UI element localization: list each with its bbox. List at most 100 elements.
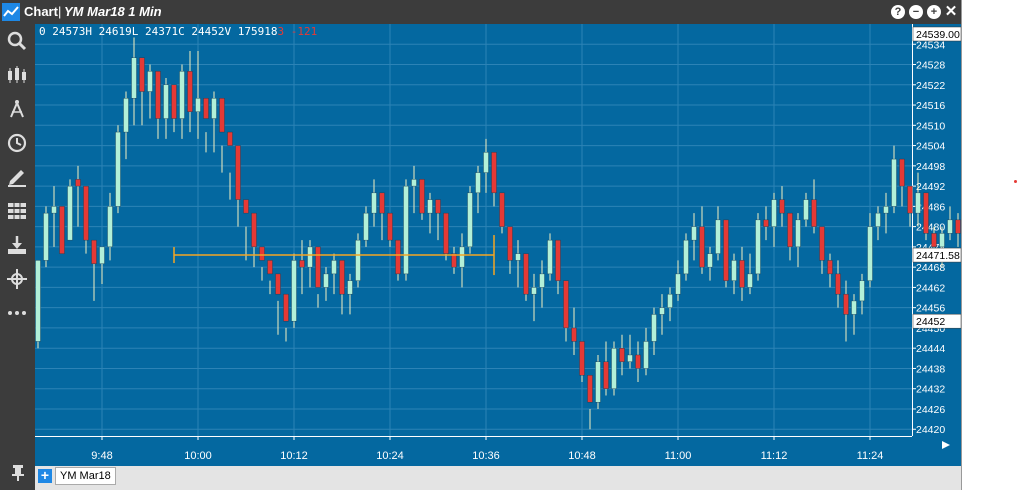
candle-up xyxy=(123,98,129,133)
candle-up xyxy=(131,57,137,99)
candle-up xyxy=(475,172,481,194)
candle-up xyxy=(627,354,633,362)
layers-icon[interactable] xyxy=(5,199,29,223)
ohlc-high: 24573H xyxy=(52,25,92,38)
candle-up xyxy=(851,300,857,315)
window-title-separator: | xyxy=(58,4,62,19)
close-button[interactable]: ✕ xyxy=(944,4,958,19)
candle-down xyxy=(139,57,145,92)
candle-down xyxy=(243,199,249,214)
candle-up xyxy=(643,341,649,369)
price-chart[interactable]: 2453424528245222451624510245042449824492… xyxy=(35,24,961,466)
candle-down xyxy=(235,145,241,200)
candle-up xyxy=(459,246,465,268)
download-icon[interactable] xyxy=(5,233,29,257)
candle-down xyxy=(387,212,393,241)
candle-down xyxy=(787,212,793,248)
candle-down xyxy=(75,179,81,187)
candle-down xyxy=(443,212,449,254)
crosshair-icon[interactable] xyxy=(5,267,29,291)
price-label-last: 24452 xyxy=(916,316,945,328)
ohlc-readout: 0 24573H 24619L 24371C 24452V 1759183 -1… xyxy=(39,25,317,38)
candle-up xyxy=(291,260,297,322)
candle-down xyxy=(267,260,273,275)
candle-up xyxy=(875,212,881,227)
x-tick-label: 9:48 xyxy=(91,450,112,462)
candle-down xyxy=(299,260,305,268)
candle-down xyxy=(315,246,321,288)
candle-up xyxy=(803,199,809,221)
candle-up xyxy=(595,361,601,403)
y-tick-label: 24480 xyxy=(916,222,945,234)
ohlc-close: 24371C xyxy=(145,25,185,38)
candle-up xyxy=(483,152,489,173)
candle-down xyxy=(395,239,401,275)
candle-up xyxy=(355,239,361,281)
x-tick-label: 10:48 xyxy=(568,450,596,462)
candle-down xyxy=(83,185,89,241)
search-icon[interactable] xyxy=(5,29,29,53)
candle-down xyxy=(91,239,97,264)
candle-down xyxy=(283,293,289,322)
candlestick-icon[interactable] xyxy=(5,63,29,87)
candle-up xyxy=(691,226,697,241)
candle-up xyxy=(403,185,409,275)
candle-down xyxy=(923,192,929,234)
candle-up xyxy=(67,185,73,241)
candle-up xyxy=(115,131,121,207)
candle-up xyxy=(939,233,945,248)
candle-up xyxy=(371,192,377,214)
candle-up xyxy=(411,179,417,187)
more-icon[interactable] xyxy=(5,301,29,325)
candle-up xyxy=(547,239,553,275)
candle-down xyxy=(379,192,385,214)
window-title-app: Chart xyxy=(24,4,58,19)
candle-down xyxy=(155,71,161,119)
candle-up xyxy=(747,273,753,288)
add-tab-button[interactable]: + xyxy=(38,468,52,483)
candle-up xyxy=(99,246,105,264)
candle-down xyxy=(955,219,961,234)
status-dot xyxy=(1014,180,1017,183)
price-label-top: 24539.00 xyxy=(916,29,960,41)
candle-down xyxy=(251,212,257,248)
candle-down xyxy=(699,226,705,268)
pin-icon[interactable] xyxy=(9,463,27,481)
price-label-marker: 24471.58 xyxy=(916,250,960,262)
ohlc-change-marker: 3 xyxy=(277,25,285,38)
candle-down xyxy=(555,239,561,281)
candle-down xyxy=(563,280,569,329)
candle-up xyxy=(43,212,49,261)
y-tick-label: 24522 xyxy=(916,80,945,92)
candle-up xyxy=(795,219,801,248)
candle-down xyxy=(171,84,177,119)
tab-symbol[interactable]: YM Mar18 xyxy=(55,467,116,485)
candle-down xyxy=(339,260,345,295)
tab-bar xyxy=(35,466,961,490)
clock-icon[interactable] xyxy=(5,131,29,155)
y-tick-label: 24516 xyxy=(916,100,945,112)
candle-up xyxy=(651,314,657,342)
compass-icon[interactable] xyxy=(5,97,29,121)
y-tick-label: 24438 xyxy=(916,363,945,375)
candle-up xyxy=(915,192,921,214)
candle-up xyxy=(715,219,721,254)
title-bar[interactable]: Chart | YM Mar18 1 Min ? − + ✕ xyxy=(0,0,961,24)
candle-up xyxy=(883,206,889,214)
candle-down xyxy=(635,354,641,369)
drawing-toolbar xyxy=(0,24,35,490)
candle-down xyxy=(843,293,849,315)
help-button[interactable]: ? xyxy=(891,5,905,19)
candle-down xyxy=(907,185,913,214)
candle-down xyxy=(507,226,513,261)
y-tick-label: 24426 xyxy=(916,404,945,416)
candle-down xyxy=(59,206,65,254)
maximize-button[interactable]: + xyxy=(927,5,941,19)
candle-up xyxy=(611,347,617,389)
candle-up xyxy=(179,71,185,119)
y-tick-label: 24492 xyxy=(916,181,945,193)
minimize-button[interactable]: − xyxy=(909,5,923,19)
candle-down xyxy=(723,219,729,281)
pencil-icon[interactable] xyxy=(5,165,29,189)
candle-down xyxy=(499,192,505,227)
